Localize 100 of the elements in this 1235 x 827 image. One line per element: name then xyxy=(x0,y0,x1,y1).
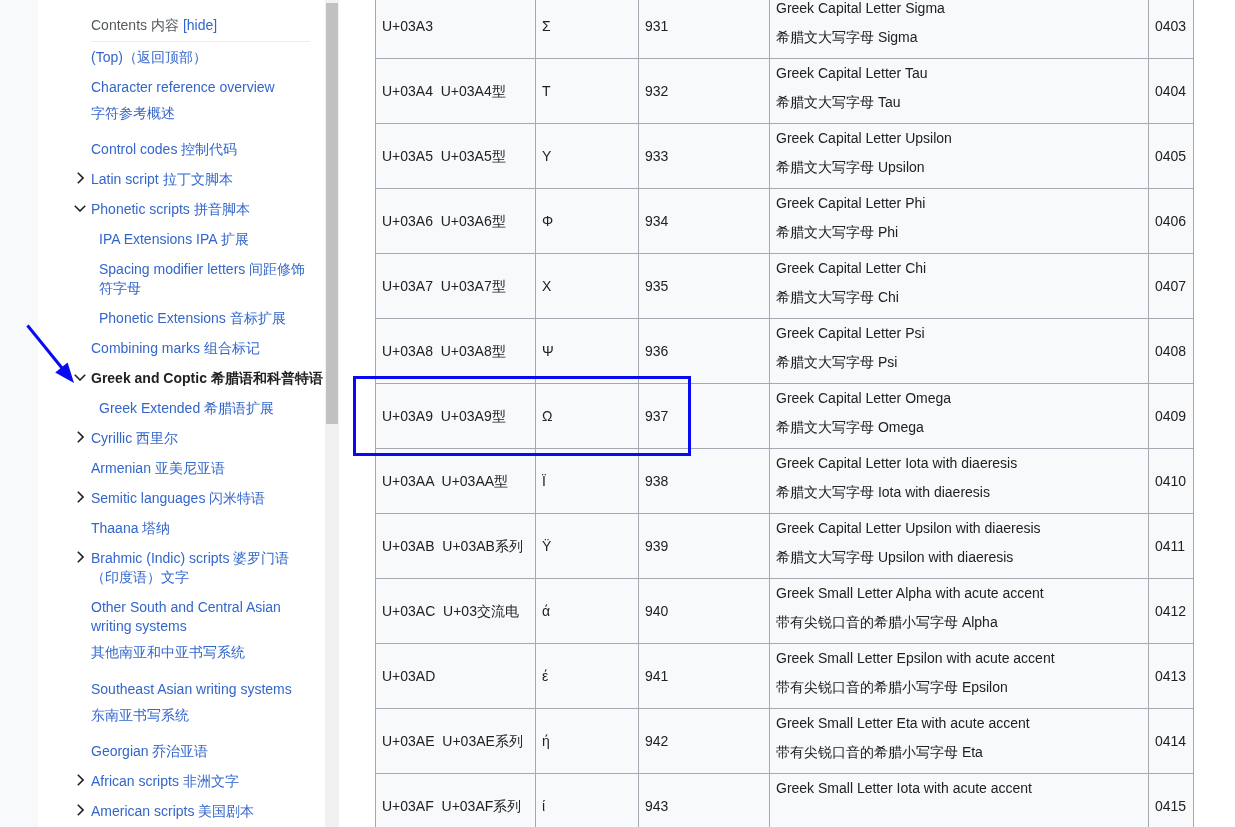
toc-link[interactable]: Spacing modifier letters 间距修饰符字母 xyxy=(99,260,313,298)
toc-link[interactable]: Greek Extended 希腊语扩展 xyxy=(99,399,275,418)
cell-line: Greek Small Letter Epsilon with acute accent xyxy=(776,649,1056,668)
toc-link[interactable]: Georgian 乔治亚语 xyxy=(91,742,209,761)
cell-line: 希腊文大写字母 Iota with diaeresis xyxy=(776,483,991,502)
toc-link[interactable]: Armenian 亚美尼亚语 xyxy=(91,459,225,478)
table-cell: Υ xyxy=(535,123,639,189)
table-cell: 0414 xyxy=(1148,708,1194,774)
cell-line: Greek Capital Letter Phi xyxy=(776,194,927,213)
table-cell: Τ xyxy=(535,58,639,124)
cell-line: 希腊文大写字母 Upsilon xyxy=(776,158,926,177)
cell-line: 希腊文大写字母 Omega xyxy=(776,418,925,437)
chevron-right-icon[interactable] xyxy=(76,171,84,184)
chevron-right-icon[interactable] xyxy=(76,490,84,503)
cell-line: Greek Capital Letter Iota with diaeresis xyxy=(776,454,1019,473)
table-cell: 942 xyxy=(638,708,770,774)
toc-link[interactable]: Phonetic Extensions 音标扩展 xyxy=(99,309,286,328)
toc-link[interactable]: American scripts 美国剧本 xyxy=(91,802,255,821)
table-cell: U+03AE U+03AE系列 xyxy=(375,708,536,774)
table-cell: 936 xyxy=(638,318,770,384)
cell-line: Greek Capital Letter Omega xyxy=(776,389,953,408)
scrollbar-track[interactable] xyxy=(325,0,339,827)
table-cell: 0406 xyxy=(1148,188,1194,254)
table-cell: 937 xyxy=(638,383,770,449)
table-cell: 0412 xyxy=(1148,578,1194,644)
table-cell: Ω xyxy=(535,383,639,449)
table-cell: 941 xyxy=(638,643,770,709)
toc-link[interactable]: 其他南亚和中亚书写系统 xyxy=(91,643,245,662)
cell-line: Greek Capital Letter Tau xyxy=(776,64,929,83)
toc-link[interactable]: Other South and Central Asian writing systems xyxy=(91,598,313,636)
table-cell: U+03AB U+03AB系列 xyxy=(375,513,536,579)
toc-link[interactable]: Character reference overview xyxy=(91,77,275,97)
table-cell: 933 xyxy=(638,123,770,189)
cell-line: Greek Small Letter Iota with acute accent xyxy=(776,779,1033,798)
table-cell: U+03A4 U+03A4型 xyxy=(375,58,536,124)
table-cell: U+03A8 U+03A8型 xyxy=(375,318,536,384)
table-cell: U+03A3 xyxy=(375,0,536,59)
table-cell: U+03AC U+03交流电 xyxy=(375,578,536,644)
toc-link[interactable]: Combining marks 组合标记 xyxy=(91,339,260,358)
table-cell: 932 xyxy=(638,58,770,124)
cell-line: 希腊文大写字母 Upsilon with diaeresis xyxy=(776,548,1015,567)
table-cell: U+03A5 U+03A5型 xyxy=(375,123,536,189)
table-cell: Ϋ xyxy=(535,513,639,579)
toc-link[interactable]: Cyrillic 西里尔 xyxy=(91,429,179,448)
cell-line: 希腊文大写字母 Chi xyxy=(776,288,900,307)
toc-link[interactable]: Control codes 控制代码 xyxy=(91,140,238,159)
table-cell: 0410 xyxy=(1148,448,1194,514)
cell-line: 带有尖锐口音的希腊小写字母 Alpha xyxy=(776,613,999,632)
table-cell: 0404 xyxy=(1148,58,1194,124)
table-cell: U+03A7 U+03A7型 xyxy=(375,253,536,319)
table-cell: 0408 xyxy=(1148,318,1194,384)
toc-link[interactable]: African scripts 非洲文字 xyxy=(91,772,239,791)
toc-link[interactable]: Semitic languages 闪米特语 xyxy=(91,489,266,508)
table-cell: 0411 xyxy=(1148,513,1194,579)
table-cell: έ xyxy=(535,643,639,709)
cell-line: Greek Capital Letter Upsilon with diaeresis xyxy=(776,519,1042,538)
cell-line: 希腊文大写字母 Sigma xyxy=(776,28,919,47)
table-cell: 939 xyxy=(638,513,770,579)
table-cell: 938 xyxy=(638,448,770,514)
chevron-right-icon[interactable] xyxy=(76,803,84,816)
table-cell: Φ xyxy=(535,188,639,254)
contents-heading: Contents 内容 xyxy=(91,16,179,35)
table-cell: Ψ xyxy=(535,318,639,384)
toc-link[interactable]: Greek and Coptic 希腊语和科普特语 xyxy=(91,369,323,388)
table-cell: 0403 xyxy=(1148,0,1194,59)
cell-line: 带有尖锐口音的希腊小写字母 Eta xyxy=(776,743,984,762)
toc-link[interactable]: IPA Extensions IPA 扩展 xyxy=(99,230,249,249)
cell-line: 希腊文大写字母 Tau xyxy=(776,93,902,112)
annotation-arrow xyxy=(26,323,76,385)
cell-line: 希腊文大写字母 Phi xyxy=(776,223,900,242)
cell-line: Greek Capital Letter Sigma xyxy=(776,0,946,18)
cell-line: Greek Capital Letter Psi xyxy=(776,324,926,343)
chevron-right-icon[interactable] xyxy=(76,430,84,443)
table-cell: 0407 xyxy=(1148,253,1194,319)
toc-link[interactable]: Phonetic scripts 拼音脚本 xyxy=(91,200,250,219)
chevron-down-icon[interactable] xyxy=(74,374,86,381)
cell-line: Greek Capital Letter Chi xyxy=(776,259,928,278)
table-cell: U+03AD xyxy=(375,643,536,709)
chevron-right-icon[interactable] xyxy=(76,550,84,563)
hide-link[interactable]: [hide] xyxy=(182,16,218,35)
toc-link[interactable]: Latin script 拉丁文脚本 xyxy=(91,170,233,189)
table-cell: ή xyxy=(535,708,639,774)
table-cell: Χ xyxy=(535,253,639,319)
toc-link[interactable]: Southeast Asian writing systems xyxy=(91,679,292,699)
scrollbar-thumb[interactable] xyxy=(326,3,338,424)
toc-link[interactable]: Brahmic (Indic) scripts 婆罗门语（印度语）文字 xyxy=(91,549,313,587)
table-cell: U+03AA U+03AA型 xyxy=(375,448,536,514)
cell-line: Greek Capital Letter Upsilon xyxy=(776,129,953,148)
toc-link[interactable]: (Top)（返回顶部） xyxy=(91,47,207,67)
table-cell: 0405 xyxy=(1148,123,1194,189)
chevron-down-icon[interactable] xyxy=(74,205,86,212)
toc-link[interactable]: 字符参考概述 xyxy=(91,103,175,123)
table-cell: U+03A6 U+03A6型 xyxy=(375,188,536,254)
toc-link[interactable]: Thaana 塔纳 xyxy=(91,519,171,538)
table-cell: 0409 xyxy=(1148,383,1194,449)
table-cell: ά xyxy=(535,578,639,644)
table-cell: 0413 xyxy=(1148,643,1194,709)
cell-line: Greek Small Letter Eta with acute accent xyxy=(776,714,1031,733)
chevron-right-icon[interactable] xyxy=(76,773,84,786)
toc-link[interactable]: 东南亚书写系统 xyxy=(91,705,189,725)
